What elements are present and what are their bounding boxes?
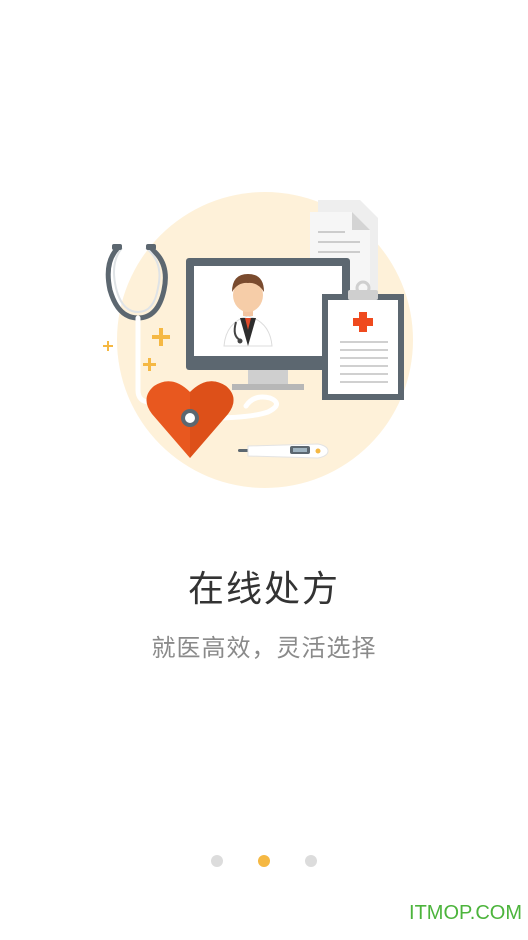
page-indicator-dot-1[interactable]	[211, 855, 223, 867]
page-indicator-dot-2-active[interactable]	[258, 855, 270, 867]
page-title: 在线处方	[187, 569, 340, 610]
thermometer-icon	[238, 443, 329, 459]
onboarding-screen[interactable]: 在线处方 就医高效，灵活选择 ITMOP.COM	[0, 0, 528, 940]
site-watermark: ITMOP.COM	[409, 902, 522, 924]
online-prescription-illustration	[103, 192, 413, 488]
page-subtitle: 就医高效，灵活选择	[151, 634, 377, 662]
clipboard-icon	[322, 280, 404, 400]
page-indicator	[0, 855, 528, 867]
page-indicator-dot-3[interactable]	[305, 855, 317, 867]
